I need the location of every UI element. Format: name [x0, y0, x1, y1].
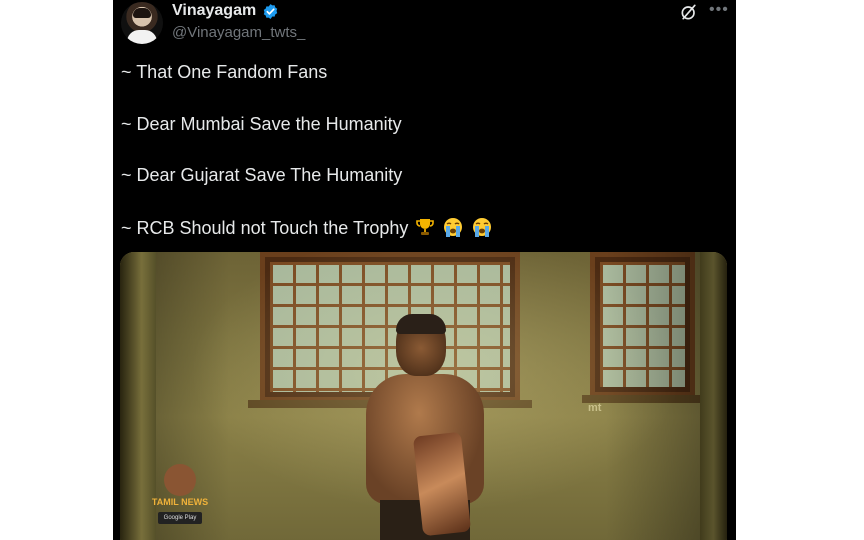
tweet-line: ~ That One Fandom Fans — [121, 62, 328, 82]
image-watermark: mt — [588, 402, 602, 414]
channel-logo-text: TAMIL NEWS — [151, 497, 209, 507]
avatar[interactable] — [121, 2, 163, 44]
tweet-header: Vinayagam @Vinayagam_twts_ ••• — [113, 0, 736, 52]
crying-face-emoji — [444, 218, 463, 237]
google-play-badge: Google Play — [158, 512, 202, 524]
avatar-hair — [133, 8, 151, 18]
trophy-emoji — [416, 219, 435, 235]
tweet-card: Vinayagam @Vinayagam_twts_ ••• ~ That On… — [113, 0, 736, 540]
tweet-media-image[interactable]: mt TAMIL NEWS Google Play — [120, 252, 727, 540]
verified-badge-icon — [263, 4, 278, 19]
crying-face-emoji — [473, 218, 492, 237]
author-name[interactable]: Vinayagam — [172, 2, 256, 20]
logo-face — [164, 464, 196, 496]
tweet-line-with-emoji: ~ RCB Should not Touch the Trophy — [121, 217, 493, 238]
tweet-line: ~ Dear Mumbai Save the Humanity — [121, 114, 402, 134]
tweet-line: ~ RCB Should not Touch the Trophy — [121, 218, 409, 238]
more-options-icon[interactable]: ••• — [709, 2, 729, 22]
avatar-shirt — [127, 30, 157, 44]
author-handle[interactable]: @Vinayagam_twts_ — [172, 24, 305, 41]
man-hair — [396, 314, 446, 334]
channel-logo: TAMIL NEWS Google Play — [150, 464, 210, 534]
grok-icon[interactable] — [679, 2, 699, 22]
man-cloth — [412, 431, 472, 537]
crying-man-figure — [360, 314, 490, 540]
tweet-line: ~ Dear Gujarat Save The Humanity — [121, 165, 403, 185]
